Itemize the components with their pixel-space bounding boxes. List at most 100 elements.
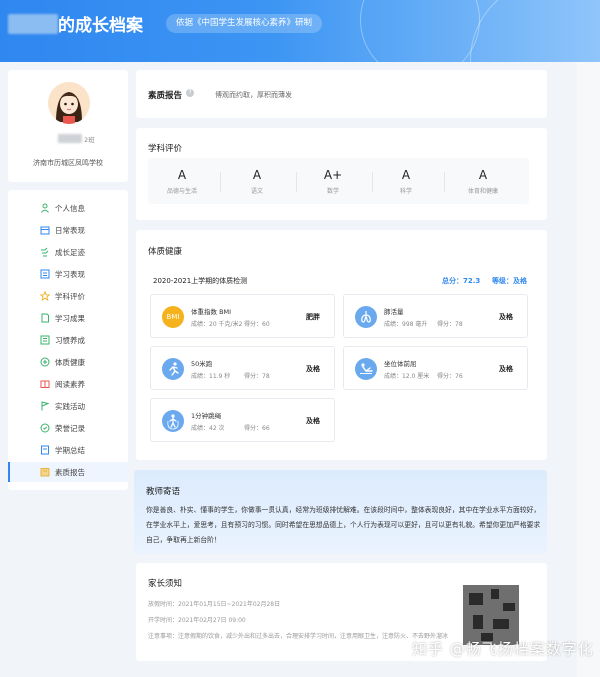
document-icon <box>41 313 49 323</box>
sidebar-menu: 个人信息 日常表现 成长足迹 学习表现 学科评价 学习成果 习惯养成 体质健康 … <box>8 190 128 490</box>
runner-icon <box>162 358 184 380</box>
holiday-dates: 放假时间：2021年01月15日~2021年02月28日 <box>148 601 281 608</box>
subject-name: 品德与生活 <box>166 188 197 195</box>
item-score: 得分：60 <box>244 321 270 328</box>
teacher-message-card: 教师寄语 你是善良、朴实、懂事的学生，你做事一贯认真，经常为班级排忧解难。在该段… <box>134 470 547 554</box>
sidebar-item-honors[interactable]: 荣誉记录 <box>8 418 128 438</box>
grade-value: A <box>401 168 411 182</box>
health-item-50m-run: 50米跑 成绩：11.9 秒 得分：78 及格 <box>150 346 335 390</box>
sidebar-item-health[interactable]: 体质健康 <box>8 352 128 372</box>
page-title: 的成长档案 <box>58 16 143 36</box>
grade-value: A <box>177 168 187 182</box>
sidebar-item-label: 荣誉记录 <box>55 424 85 433</box>
list-icon <box>40 335 50 345</box>
subject-grades-card: 学科评价 A 品德与生活 A 语文 A+ 数学 A 科学 A 体育和健康 <box>136 128 547 220</box>
report-icon <box>40 468 50 477</box>
scrollbar[interactable] <box>577 62 600 677</box>
sidebar-item-footprint[interactable]: 成长足迹 <box>8 242 128 262</box>
sidebar-item-daily[interactable]: 日常表现 <box>8 220 128 240</box>
report-title: 素质报告 <box>148 91 183 101</box>
item-name: 体重指数 BMI <box>191 308 232 316</box>
physical-health-card: 体质健康 2020-2021上学期的体质检测 总分：72.3 等级：及格 BMI… <box>136 230 547 460</box>
item-level: 及格 <box>499 313 513 321</box>
health-item-sit-and-reach: 坐位体前屈 成绩：12.0 厘米 得分：76 及格 <box>343 346 528 390</box>
class-label: 2班 <box>84 136 95 144</box>
divider <box>220 172 221 192</box>
item-level: 及格 <box>499 365 513 373</box>
term-label: 2020-2021上学期的体质检测 <box>153 277 248 285</box>
qr-code-blurred <box>463 585 519 645</box>
health-item-bmi: BMI 体重指数 BMI 成绩：20 千克/米2 得分：60 肥胖 <box>150 294 335 338</box>
item-name: 肺活量 <box>384 308 404 316</box>
person-icon <box>41 203 49 213</box>
profile-card: 2班 济南市历城区凤鸣学校 <box>8 70 128 182</box>
summary-icon <box>41 445 49 455</box>
jumprope-icon <box>162 410 184 432</box>
help-icon[interactable]: ? <box>186 89 194 97</box>
sidebar-item-label: 阅读素养 <box>55 380 85 389</box>
lungs-icon <box>355 306 377 328</box>
item-level: 及格 <box>306 417 320 425</box>
item-name: 50米跑 <box>191 360 213 368</box>
subject-name: 数学 <box>326 188 339 195</box>
grades-row: A 品德与生活 A 语文 A+ 数学 A 科学 A 体育和健康 <box>148 158 529 204</box>
item-level: 及格 <box>306 365 320 373</box>
sidebar-item-personal-info[interactable]: 个人信息 <box>8 198 128 218</box>
item-name: 坐位体前屈 <box>384 360 417 368</box>
item-score: 得分：78 <box>244 373 270 380</box>
school-start-time: 开学时间：2021年02月27日 09:00 <box>148 617 246 624</box>
avatar <box>48 82 90 124</box>
sidebar-item-study[interactable]: 学习表现 <box>8 264 128 284</box>
school-name: 济南市历城区凤鸣学校 <box>33 159 103 167</box>
medal-icon <box>40 423 50 433</box>
section-title: 学科评价 <box>148 144 183 154</box>
sidebar-item-habits[interactable]: 习惯养成 <box>8 330 128 350</box>
header-decoration <box>470 0 600 62</box>
sidebar-item-report[interactable]: 素质报告 <box>8 462 128 482</box>
page-header: 的成长档案 依据《中国学生发展核心素养》研制 <box>0 0 600 62</box>
sidebar-item-reading[interactable]: 阅读素养 <box>8 374 128 394</box>
watermark: 知乎 @畅飞扬档案数字化 <box>412 640 594 658</box>
grade-value: A+ <box>323 168 343 182</box>
sidebar-item-label: 实践活动 <box>55 402 85 411</box>
flag-icon <box>41 401 50 411</box>
bmi-icon: BMI <box>162 306 184 328</box>
item-level: 肥胖 <box>306 313 320 321</box>
item-result: 成绩：20 千克/米2 <box>191 321 243 328</box>
health-icon <box>40 357 50 367</box>
grade-item: A 科学 <box>376 168 436 195</box>
sidebar-item-label: 日常表现 <box>55 226 85 235</box>
section-title: 家长须知 <box>148 579 183 589</box>
item-score: 得分：66 <box>244 425 270 432</box>
divider <box>444 172 445 192</box>
teacher-message-text: 你是善良、朴实、懂事的学生，你做事一贯认真，经常为班级排忧解难。在该段时间中，整… <box>146 506 541 544</box>
item-score: 得分：78 <box>437 321 463 328</box>
grade-item: A 品德与生活 <box>152 168 212 195</box>
sidebar-item-summary[interactable]: 学期总结 <box>8 440 128 460</box>
item-result: 成绩：12.0 厘米 <box>384 373 430 380</box>
item-result: 成绩：998 毫升 <box>384 321 428 328</box>
study-icon <box>40 269 50 279</box>
report-motto: 博观而约取，厚积而薄发 <box>215 91 292 99</box>
footprint-icon <box>41 247 49 257</box>
sidebar-item-label: 体质健康 <box>55 358 85 367</box>
sidebar-item-practice[interactable]: 实践活动 <box>8 396 128 416</box>
sidebar-item-results[interactable]: 学习成果 <box>8 308 128 328</box>
report-header-card: 素质报告 ? 博观而约取，厚积而薄发 <box>136 70 547 118</box>
total-score: 总分：72.3 <box>442 277 481 285</box>
subject-name: 科学 <box>399 188 412 195</box>
sidebar-item-label: 学习成果 <box>55 314 85 323</box>
student-name-blurred <box>58 134 82 143</box>
sidebar-item-subject[interactable]: 学科评价 <box>8 286 128 306</box>
stretch-icon <box>355 358 377 380</box>
sidebar-item-label: 学科评价 <box>55 292 85 301</box>
sidebar-item-label: 成长足迹 <box>55 248 85 257</box>
sidebar-item-label: 学习表现 <box>55 270 85 279</box>
divider <box>372 172 373 192</box>
section-title: 体质健康 <box>148 247 183 257</box>
divider <box>296 172 297 192</box>
total-grade: 等级：及格 <box>492 277 527 285</box>
header-decoration <box>360 0 480 62</box>
sidebar-item-label: 习惯养成 <box>55 336 85 345</box>
sidebar-item-label: 素质报告 <box>55 468 85 477</box>
